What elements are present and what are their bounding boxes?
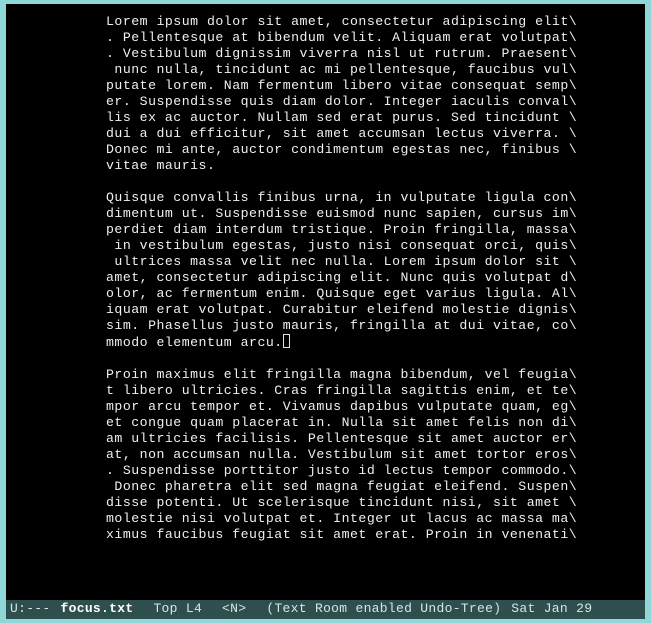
modeline-minor-modes: (Text Room enabled Undo-Tree) bbox=[266, 601, 501, 616]
modeline-filename: focus.txt bbox=[61, 601, 134, 616]
text-line: vitae mauris. bbox=[106, 158, 625, 174]
text-line: Quisque convallis finibus urna, in vulpu… bbox=[106, 190, 625, 206]
text-line: Proin maximus elit fringilla magna biben… bbox=[106, 367, 625, 383]
text-line: iquam erat volutpat. Curabitur eleifend … bbox=[106, 302, 625, 318]
text-line: sim. Phasellus justo mauris, fringilla a… bbox=[106, 318, 625, 334]
text-line: disse potenti. Ut scelerisque tincidunt … bbox=[106, 495, 625, 511]
text-line: . Pellentesque at bibendum velit. Aliqua… bbox=[106, 30, 625, 46]
paragraph: Lorem ipsum dolor sit amet, consectetur … bbox=[106, 14, 625, 174]
modeline: U:--- focus.txt Top L4 <N> (Text Room enable… bbox=[6, 600, 645, 619]
text-line: ximus faucibus feugiat sit amet erat. Pr… bbox=[106, 527, 625, 543]
text-line: olor, ac fermentum enim. Quisque eget va… bbox=[106, 286, 625, 302]
text-line: et congue quam placerat in. Nulla sit am… bbox=[106, 415, 625, 431]
text-line: dui a dui efficitur, sit amet accumsan l… bbox=[106, 126, 625, 142]
text-line: amet, consectetur adipiscing elit. Nunc … bbox=[106, 270, 625, 286]
text-line: lis ex ac auctor. Nullam sed erat purus.… bbox=[106, 110, 625, 126]
text-line: . Suspendisse porttitor justo id lectus … bbox=[106, 463, 625, 479]
text-line: dimentum ut. Suspendisse euismod nunc sa… bbox=[106, 206, 625, 222]
text-line: in vestibulum egestas, justo nisi conseq… bbox=[106, 238, 625, 254]
text-line: er. Suspendisse quis diam dolor. Integer… bbox=[106, 94, 625, 110]
text-line: nunc nulla, tincidunt ac mi pellentesque… bbox=[106, 62, 625, 78]
text-buffer[interactable]: Lorem ipsum dolor sit amet, consectetur … bbox=[6, 4, 645, 600]
text-cursor bbox=[283, 334, 290, 348]
text-line: . Vestibulum dignissim viverra nisl ut r… bbox=[106, 46, 625, 62]
text-line: am ultricies facilisis. Pellentesque sit… bbox=[106, 431, 625, 447]
modeline-mode: <N> bbox=[222, 601, 246, 616]
text-line: perdiet diam interdum tristique. Proin f… bbox=[106, 222, 625, 238]
text-line: Donec pharetra elit sed magna feugiat el… bbox=[106, 479, 625, 495]
text-line: Donec mi ante, auctor condimentum egesta… bbox=[106, 142, 625, 158]
modeline-position: Top L4 bbox=[153, 601, 202, 616]
text-line: mmodo elementum arcu. bbox=[106, 334, 625, 351]
text-line: putate lorem. Nam fermentum libero vitae… bbox=[106, 78, 625, 94]
text-line: ultrices massa velit nec nulla. Lorem ip… bbox=[106, 254, 625, 270]
text-line: mpor arcu tempor et. Vivamus dapibus vul… bbox=[106, 399, 625, 415]
text-line: at, non accumsan nulla. Vestibulum sit a… bbox=[106, 447, 625, 463]
modeline-status: U:--- bbox=[10, 601, 51, 616]
text-line: t libero ultricies. Cras fringilla sagit… bbox=[106, 383, 625, 399]
paragraph: Quisque convallis finibus urna, in vulpu… bbox=[106, 190, 625, 351]
text-line: Lorem ipsum dolor sit amet, consectetur … bbox=[106, 14, 625, 30]
modeline-date: Sat Jan 29 bbox=[511, 601, 592, 616]
editor-frame: Lorem ipsum dolor sit amet, consectetur … bbox=[6, 4, 645, 619]
paragraph: Proin maximus elit fringilla magna biben… bbox=[106, 367, 625, 543]
text-line: molestie nisi volutpat et. Integer ut la… bbox=[106, 511, 625, 527]
